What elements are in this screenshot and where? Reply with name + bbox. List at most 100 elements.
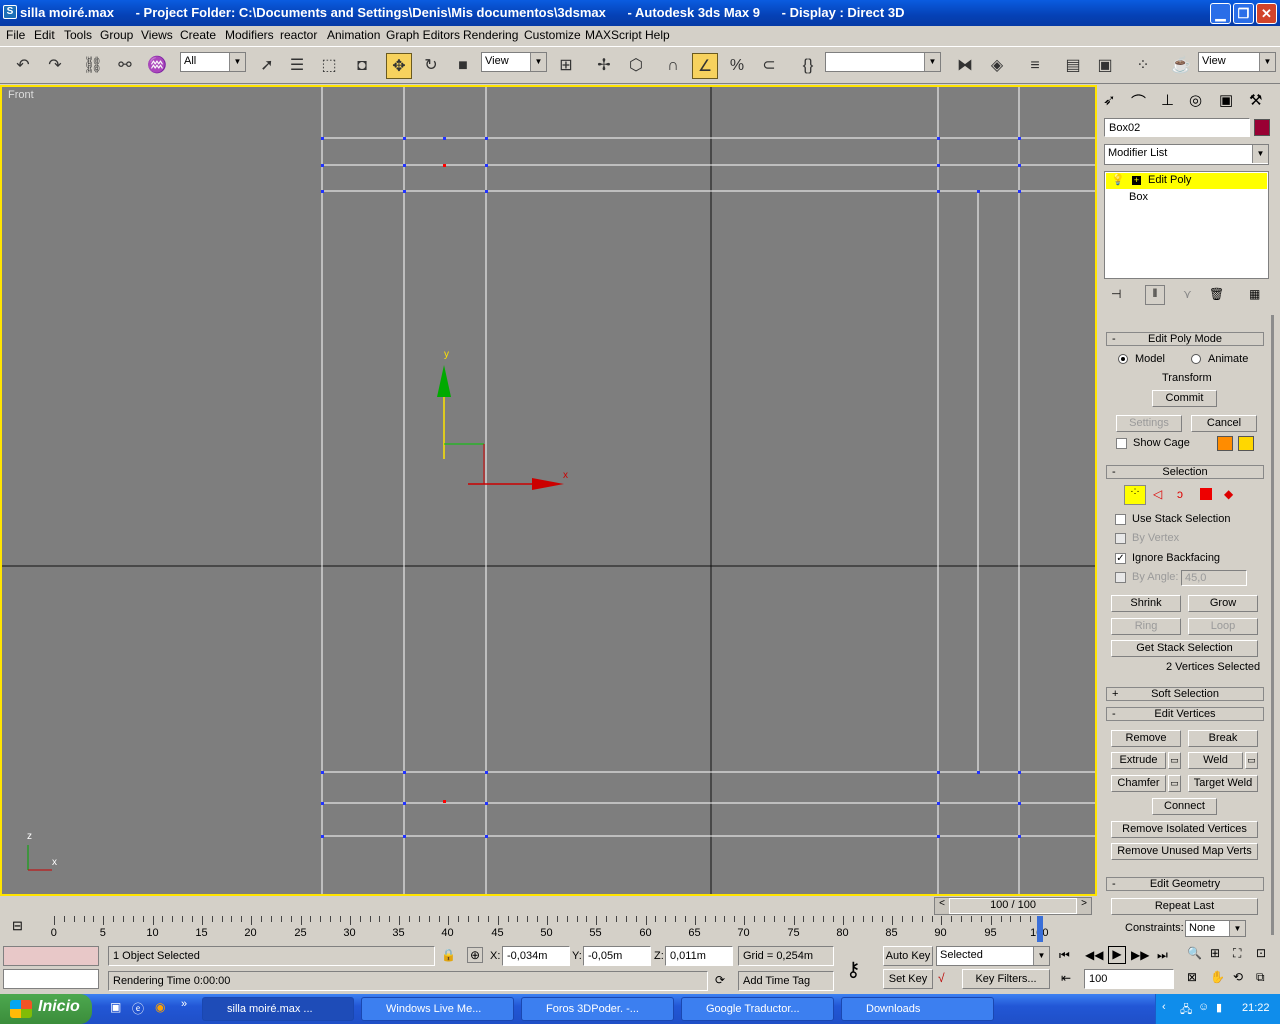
goto-start-icon[interactable]: ⏮ [1059, 948, 1070, 963]
maxscript-listener-mini[interactable] [3, 946, 99, 966]
menu-customize[interactable]: Customize [524, 28, 581, 42]
rectangular-selection-icon[interactable]: ⬚ [316, 53, 342, 79]
key-mode-toggle-icon[interactable]: ⇤ [1061, 971, 1071, 985]
loop-button[interactable]: Loop [1188, 618, 1258, 635]
zoom-icon[interactable]: 🔍 [1187, 946, 1202, 960]
by-vertex-checkbox[interactable] [1115, 533, 1126, 544]
zoom-extents-all-icon[interactable]: ⊡ [1256, 946, 1266, 960]
percent-snap-icon[interactable]: % [724, 53, 750, 79]
named-selection-icon[interactable]: {} [795, 53, 821, 79]
maximize-button[interactable]: ❐ [1233, 3, 1254, 24]
close-button[interactable]: ✕ [1256, 3, 1277, 24]
redo-icon[interactable]: ↷ [42, 53, 68, 79]
time-slider-thumb[interactable]: 100 / 100 [949, 898, 1077, 914]
y-coord-field[interactable]: -0,05m [583, 946, 651, 966]
current-frame-field[interactable]: 100 [1084, 969, 1174, 989]
target-weld-button[interactable]: Target Weld [1188, 775, 1258, 792]
edge-mode-icon[interactable]: ◁ [1153, 487, 1162, 501]
align-icon[interactable]: ◈ [984, 53, 1010, 79]
goto-end-icon[interactable]: ⏭ [1157, 948, 1168, 963]
stack-item-box[interactable]: Box [1129, 191, 1148, 203]
menu-reactor[interactable]: reactor [280, 28, 317, 42]
task-google-traductor[interactable]: Google Traductor... [681, 997, 834, 1021]
menu-edit[interactable]: Edit [34, 28, 55, 42]
selected-cage-color-swatch[interactable] [1238, 436, 1254, 451]
border-mode-icon[interactable]: ↄ [1177, 487, 1183, 501]
vertex-mode-icon[interactable]: ·:· [1124, 485, 1146, 505]
menu-help[interactable]: Help [645, 28, 670, 42]
arc-rotate-icon[interactable]: ⟲ [1233, 970, 1243, 984]
keyboard-shortcut-icon[interactable]: ⬡ [623, 53, 649, 79]
panel-scrollbar[interactable] [1271, 315, 1274, 935]
constraints-dropdown[interactable]: None ▼ [1185, 920, 1246, 937]
auto-key-button[interactable]: Auto Key [883, 946, 933, 966]
pin-stack-icon[interactable]: ⊣ [1111, 287, 1121, 301]
menu-file[interactable]: File [6, 28, 25, 42]
field-of-view-icon[interactable]: ⊠ [1187, 970, 1197, 984]
angle-snap-icon[interactable]: ∠ [692, 53, 718, 79]
tray-network-icon[interactable]: 🖧 [1180, 1001, 1192, 1020]
internet-explorer-icon[interactable]: ⓔ [132, 1000, 144, 1017]
key-curve-icon[interactable]: √ [938, 971, 945, 985]
chamfer-button[interactable]: Chamfer [1111, 775, 1166, 792]
extrude-settings-icon[interactable]: ▭ [1168, 752, 1181, 769]
select-and-link-icon[interactable]: ⛓ [80, 53, 106, 79]
x-coord-field[interactable]: -0,034m [502, 946, 570, 966]
chamfer-settings-icon[interactable]: ▭ [1168, 775, 1181, 792]
curve-editor-icon[interactable]: ▤ [1060, 53, 1086, 79]
shrink-button[interactable]: Shrink [1111, 595, 1181, 612]
remove-modifier-icon[interactable]: 🗑 [1209, 287, 1224, 301]
task-3dsmax[interactable]: silla moiré.max ... [202, 997, 354, 1021]
task-foros-3dpoder[interactable]: Foros 3DPoder. -... [521, 997, 674, 1021]
show-desktop-icon[interactable]: ▣ [110, 1000, 121, 1014]
connect-button[interactable]: Connect [1152, 798, 1217, 815]
select-and-rotate-icon[interactable]: ↻ [418, 53, 444, 79]
schematic-view-icon[interactable]: ▣ [1092, 53, 1118, 79]
zoom-all-icon[interactable]: ⊞ [1210, 946, 1220, 960]
get-stack-selection-button[interactable]: Get Stack Selection [1111, 640, 1258, 657]
grow-button[interactable]: Grow [1188, 595, 1258, 612]
set-key-button[interactable]: Set Key [883, 969, 933, 989]
selection-filter-dropdown[interactable]: All ▼ [180, 52, 246, 72]
maxscript-input[interactable] [3, 969, 99, 989]
quicklaunch-more-icon[interactable]: » [181, 998, 187, 1010]
unlink-icon[interactable]: ⚯ [112, 53, 138, 79]
minimize-button[interactable]: ▁ [1210, 3, 1231, 24]
select-and-scale-icon[interactable]: ■ [450, 53, 476, 79]
tray-messenger-icon[interactable]: ☺ [1198, 1001, 1209, 1013]
maximize-viewport-icon[interactable]: ⧉ [1256, 970, 1265, 985]
display-tab-icon[interactable]: ▣ [1219, 91, 1233, 109]
show-cage-checkbox[interactable] [1116, 438, 1127, 449]
menu-animation[interactable]: Animation [327, 28, 380, 42]
remove-unused-map-verts-button[interactable]: Remove Unused Map Verts [1111, 843, 1258, 860]
current-frame-marker[interactable] [1037, 916, 1043, 942]
make-unique-icon[interactable]: ⋎ [1183, 287, 1192, 301]
next-frame-icon[interactable]: > [1077, 898, 1091, 914]
menu-group[interactable]: Group [100, 28, 133, 42]
pivot-center-icon[interactable]: ⊞ [553, 53, 579, 79]
expand-icon[interactable]: + [1132, 176, 1141, 185]
app-icon[interactable]: S [3, 5, 17, 19]
remove-button[interactable]: Remove [1111, 730, 1181, 747]
select-and-move-icon[interactable]: ✥ [386, 53, 412, 79]
by-angle-checkbox[interactable] [1115, 572, 1126, 583]
object-color-swatch[interactable] [1254, 119, 1270, 136]
use-stack-selection-checkbox[interactable] [1115, 514, 1126, 525]
lightbulb-icon[interactable]: 💡 [1111, 173, 1125, 186]
modify-tab-icon[interactable]: ⌒ [1131, 91, 1146, 112]
material-editor-icon[interactable]: ⁘ [1130, 53, 1156, 79]
tray-expand-icon[interactable]: ‹ [1162, 1001, 1166, 1013]
snap-toggle-icon[interactable]: ∩ [660, 53, 686, 79]
play-icon[interactable]: ▶ [1108, 946, 1126, 964]
render-scene-icon[interactable]: ☕ [1168, 53, 1194, 79]
weld-button[interactable]: Weld [1188, 752, 1243, 769]
layer-manager-icon[interactable]: ≡ [1022, 53, 1048, 79]
commit-button[interactable]: Commit [1152, 390, 1217, 407]
window-crossing-icon[interactable]: ◘ [349, 53, 375, 79]
prev-frame-icon[interactable]: < [935, 898, 949, 914]
menu-maxscript[interactable]: MAXScript [585, 28, 642, 42]
zoom-extents-icon[interactable]: ⛶ [1233, 946, 1241, 961]
by-angle-spinner[interactable]: 45,0 [1181, 570, 1247, 586]
object-name-field[interactable]: Box02 [1104, 118, 1250, 137]
mirror-icon[interactable]: ⧓ [952, 53, 978, 79]
